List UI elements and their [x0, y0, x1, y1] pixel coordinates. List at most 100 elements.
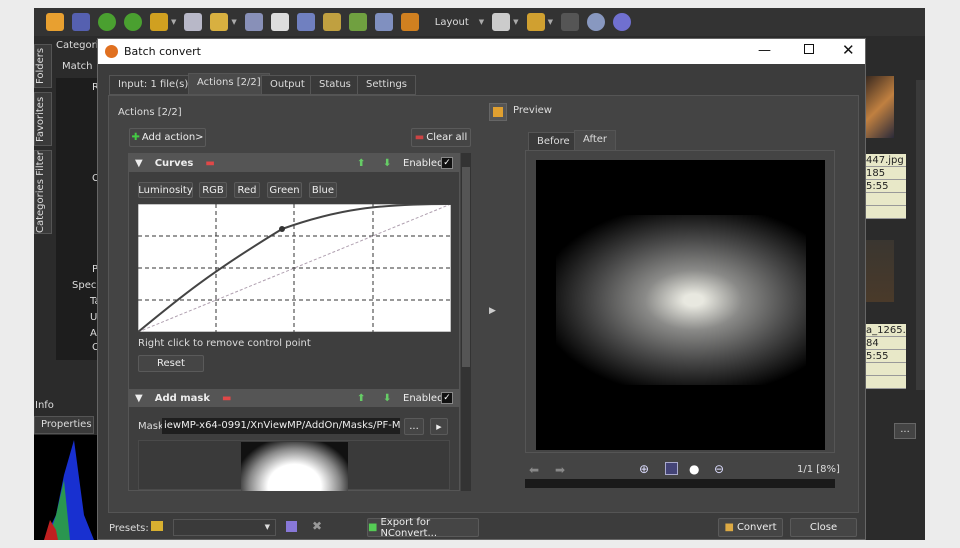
- minimize-button[interactable]: —: [758, 43, 771, 58]
- app-logo-icon: [105, 45, 118, 58]
- export-nconvert-button[interactable]: ■ Export for NConvert...: [367, 517, 479, 539]
- main-toolbar: ▼ ▼ Layout ▼ ▼ ▼: [34, 8, 925, 36]
- previous-arrow-icon[interactable]: ⬅: [529, 463, 539, 477]
- remove-action-icon[interactable]: ▬: [222, 393, 231, 404]
- mask-enabled-checkbox[interactable]: ✓: [441, 392, 453, 404]
- actual-size-icon[interactable]: ●: [689, 462, 699, 476]
- preview-image: [536, 160, 825, 450]
- close-window-button[interactable]: ✕: [842, 41, 855, 59]
- delete-preset-icon[interactable]: ✖: [312, 519, 322, 533]
- add-mask-header[interactable]: ▼ Add mask ▬ ⬆ ⬇ Enabled: [129, 389, 459, 407]
- thumbnail-1[interactable]: [866, 76, 894, 138]
- tab-status[interactable]: Status: [310, 75, 360, 95]
- actions-label: Actions [2/2]: [118, 107, 182, 118]
- dialog-title: Batch convert: [124, 45, 201, 58]
- page-range-icon[interactable]: [492, 13, 511, 31]
- thumbnail-scrollbar[interactable]: [916, 80, 925, 390]
- browser-icon[interactable]: [46, 13, 64, 31]
- mask-image: [241, 442, 348, 491]
- channel-red[interactable]: Red: [234, 182, 260, 198]
- find-icon[interactable]: [244, 13, 263, 31]
- tree-item[interactable]: Speci: [72, 280, 99, 291]
- curves-enabled-checkbox[interactable]: ✓: [441, 157, 453, 169]
- bookmark-icon[interactable]: [526, 13, 545, 31]
- fit-to-window-icon[interactable]: [665, 462, 678, 475]
- print-icon[interactable]: [270, 13, 289, 31]
- categories-filter-tab[interactable]: Categories Filter: [34, 150, 52, 234]
- actions-scrollbar[interactable]: [461, 153, 471, 491]
- file-date: 5:55: [866, 350, 906, 363]
- tab-output[interactable]: Output: [261, 75, 314, 95]
- tab-settings[interactable]: Settings: [357, 75, 417, 95]
- category-tree: R C P Speci Ta U A C: [56, 78, 101, 360]
- tree-item[interactable]: A: [90, 328, 97, 339]
- tab-after[interactable]: After: [574, 130, 617, 152]
- reset-button[interactable]: Reset: [138, 355, 204, 372]
- zoom-in-icon[interactable]: ⊕: [639, 462, 649, 476]
- dialog-titlebar: Batch convert — ✕: [98, 39, 865, 64]
- move-up-icon[interactable]: ⬆: [357, 158, 365, 169]
- clear-all-button[interactable]: ▬ Clear all: [411, 128, 471, 147]
- rotate-left-icon[interactable]: [98, 13, 116, 31]
- properties-tab[interactable]: Properties: [34, 416, 94, 434]
- save-preset-icon[interactable]: [286, 521, 297, 532]
- channel-blue[interactable]: Blue: [309, 182, 337, 198]
- slideshow-icon[interactable]: [400, 13, 419, 31]
- export-icon[interactable]: [210, 13, 229, 31]
- help-icon[interactable]: [612, 13, 631, 31]
- curve-editor[interactable]: [138, 204, 451, 332]
- channel-green[interactable]: Green: [267, 182, 302, 198]
- expand-arrow-icon[interactable]: ▶: [489, 306, 496, 316]
- fullscreen-icon[interactable]: [72, 13, 90, 31]
- move-up-icon[interactable]: ⬆: [357, 393, 365, 404]
- favorites-tab[interactable]: Favorites: [34, 92, 52, 146]
- presets-label: Presets:: [109, 523, 149, 534]
- file-name: a_1265...: [866, 324, 906, 337]
- curves-hint: Right click to remove control point: [138, 338, 311, 349]
- info-icon[interactable]: [184, 13, 203, 31]
- screenshot-icon[interactable]: [374, 13, 393, 31]
- move-down-icon[interactable]: ⬇: [383, 393, 391, 404]
- curves-header[interactable]: ▼ Curves ▬ ⬆ ⬇ Enabled: [129, 154, 459, 172]
- presets-select[interactable]: ▼: [173, 519, 276, 536]
- settings-icon[interactable]: [586, 13, 605, 31]
- tab-before[interactable]: Before: [528, 132, 579, 152]
- convert-icon[interactable]: [150, 13, 168, 31]
- mask-browse-button[interactable]: ...: [404, 418, 424, 435]
- browse-button[interactable]: ...: [894, 423, 916, 439]
- channel-rgb[interactable]: RGB: [199, 182, 227, 198]
- batch-rename-icon[interactable]: [348, 13, 367, 31]
- close-button[interactable]: Close: [790, 518, 857, 537]
- zoom-out-icon[interactable]: ⊖: [714, 462, 724, 476]
- file-name: 447.jpg: [866, 154, 906, 167]
- move-down-icon[interactable]: ⬇: [383, 158, 391, 169]
- remove-action-icon[interactable]: ▬: [205, 158, 214, 169]
- add-action-button[interactable]: ✚ Add action>: [129, 128, 206, 147]
- preview-label: Preview: [513, 105, 552, 116]
- page-info: 1/1 [8%]: [797, 464, 840, 475]
- batch-convert-dialog: Batch convert — ✕ Input: 1 file(s) Actio…: [97, 38, 866, 540]
- tab-actions[interactable]: Actions [2/2]: [188, 73, 270, 95]
- layout-menu[interactable]: Layout: [435, 17, 469, 28]
- next-arrow-icon[interactable]: ➡: [555, 463, 565, 477]
- mask-path-input[interactable]: iewMP-x64-0991/XnViewMP/AddOn/Masks/PF-M…: [162, 418, 400, 434]
- mask-label: Mask: [138, 421, 164, 432]
- batch-convert-icon[interactable]: [322, 13, 341, 31]
- channel-luminosity[interactable]: Luminosity: [138, 182, 193, 198]
- convert-button[interactable]: ■ Convert: [718, 518, 783, 537]
- file-date: 5:55: [866, 180, 906, 193]
- open-preset-icon[interactable]: [151, 521, 163, 531]
- control-point: [279, 226, 285, 232]
- folder-compare-icon[interactable]: [560, 13, 579, 31]
- maximize-button[interactable]: [804, 44, 814, 54]
- thumbnail-2[interactable]: [866, 240, 894, 302]
- tab-input[interactable]: Input: 1 file(s): [109, 75, 198, 95]
- match-button[interactable]: Match: [62, 61, 93, 72]
- progress-bar: [525, 479, 835, 488]
- scanner-icon[interactable]: [296, 13, 315, 31]
- file-size: 84: [866, 337, 906, 350]
- mask-arrow-button[interactable]: ▶: [430, 418, 448, 435]
- rotate-right-icon[interactable]: [124, 13, 142, 31]
- folders-tab[interactable]: Folders: [34, 44, 52, 88]
- preview-icon[interactable]: [489, 103, 507, 121]
